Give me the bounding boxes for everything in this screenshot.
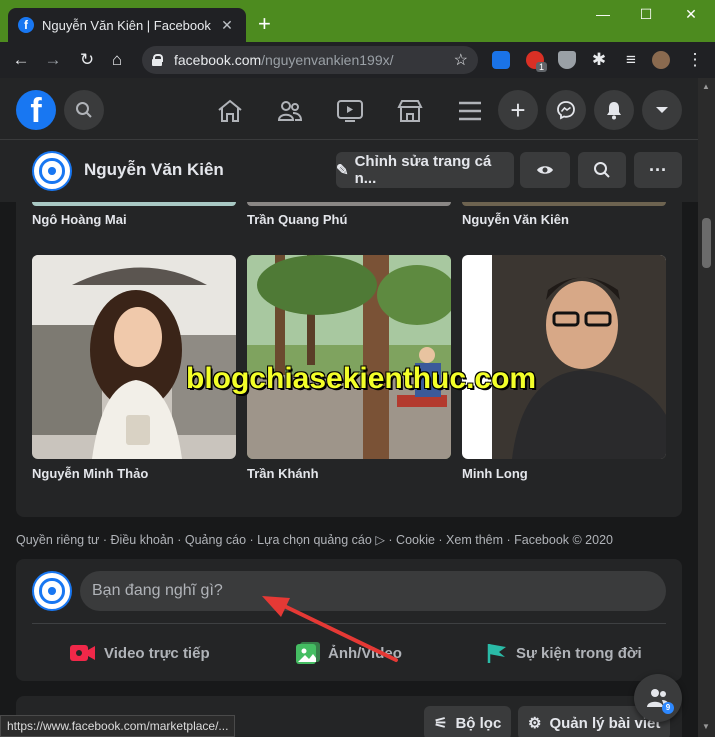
- status-url-bar: https://www.facebook.com/marketplace/...: [0, 715, 236, 737]
- sliders-icon: ⚟: [434, 715, 448, 732]
- gear-icon: ⚙: [528, 715, 542, 732]
- filter-label: Bộ lọc: [455, 714, 502, 732]
- page-scrollbar[interactable]: ▲ ▼: [698, 78, 715, 737]
- filter-button[interactable]: ⚟ Bộ lọc: [424, 706, 512, 737]
- scroll-down-icon[interactable]: ▼: [702, 722, 710, 731]
- scroll-up-icon[interactable]: ▲: [702, 82, 710, 91]
- scrollbar-thumb[interactable]: [702, 218, 711, 268]
- chat-badge: 9: [662, 702, 674, 714]
- annotation-arrow: [262, 596, 398, 662]
- new-message-button[interactable]: 9: [634, 674, 682, 722]
